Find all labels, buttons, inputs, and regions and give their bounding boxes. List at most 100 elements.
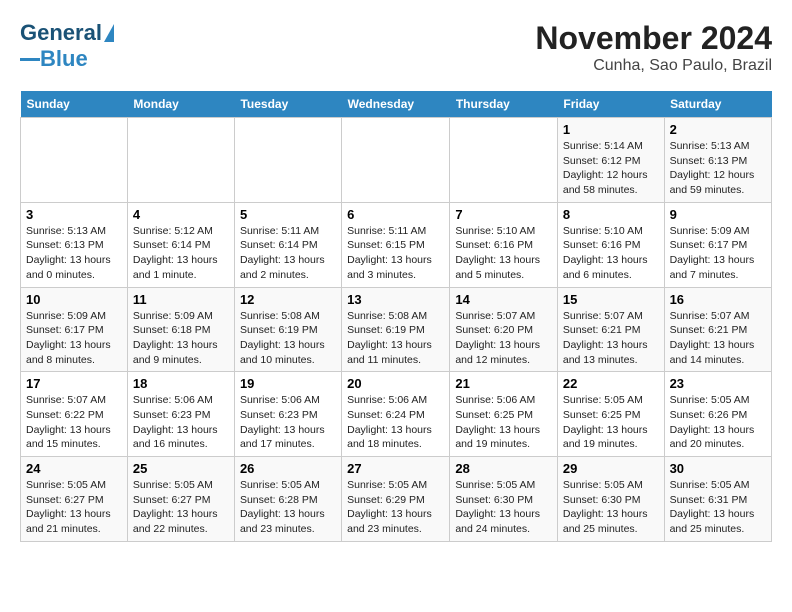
day-number: 13 bbox=[347, 292, 444, 307]
day-info: Sunrise: 5:09 AM Sunset: 6:18 PM Dayligh… bbox=[133, 309, 229, 368]
day-info: Sunrise: 5:08 AM Sunset: 6:19 PM Dayligh… bbox=[347, 309, 444, 368]
day-number: 1 bbox=[563, 122, 659, 137]
day-number: 5 bbox=[240, 207, 336, 222]
day-info: Sunrise: 5:12 AM Sunset: 6:14 PM Dayligh… bbox=[133, 224, 229, 283]
table-row: 7 Sunrise: 5:10 AM Sunset: 6:16 PM Daylig… bbox=[450, 202, 558, 287]
table-row bbox=[342, 118, 450, 203]
header-sunday: Sunday bbox=[21, 91, 128, 118]
calendar-header-row: Sunday Monday Tuesday Wednesday Thursday… bbox=[21, 91, 772, 118]
day-number: 12 bbox=[240, 292, 336, 307]
day-number: 16 bbox=[670, 292, 766, 307]
table-row: 15 Sunrise: 5:07 AM Sunset: 6:21 PM Dayli… bbox=[557, 287, 664, 372]
title-block: November 2024 Cunha, Sao Paulo, Brazil bbox=[535, 20, 772, 75]
day-info: Sunrise: 5:13 AM Sunset: 6:13 PM Dayligh… bbox=[26, 224, 122, 283]
table-row: 17Sunrise: 5:07 AM Sunset: 6:22 PM Dayli… bbox=[21, 372, 128, 457]
day-info: Sunrise: 5:10 AM Sunset: 6:16 PM Dayligh… bbox=[455, 224, 552, 283]
table-row: 1 Sunrise: 5:14 AM Sunset: 6:12 PM Daylig… bbox=[557, 118, 664, 203]
header-friday: Friday bbox=[557, 91, 664, 118]
calendar-table: Sunday Monday Tuesday Wednesday Thursday… bbox=[20, 91, 772, 542]
day-number: 29 bbox=[563, 461, 659, 476]
day-number: 4 bbox=[133, 207, 229, 222]
day-number: 20 bbox=[347, 376, 444, 391]
day-info: Sunrise: 5:11 AM Sunset: 6:15 PM Dayligh… bbox=[347, 224, 444, 283]
table-row: 29Sunrise: 5:05 AM Sunset: 6:30 PM Dayli… bbox=[557, 457, 664, 542]
table-row: 2Sunrise: 5:13 AM Sunset: 6:13 PM Daylig… bbox=[664, 118, 771, 203]
table-row: 27Sunrise: 5:05 AM Sunset: 6:29 PM Dayli… bbox=[342, 457, 450, 542]
table-row: 20 Sunrise: 5:06 AM Sunset: 6:24 PM Dayli… bbox=[342, 372, 450, 457]
day-info: Sunrise: 5:10 AM Sunset: 6:16 PM Dayligh… bbox=[563, 224, 659, 283]
table-row: 21 Sunrise: 5:06 AM Sunset: 6:25 PM Dayli… bbox=[450, 372, 558, 457]
header-saturday: Saturday bbox=[664, 91, 771, 118]
table-row: 23 Sunrise: 5:05 AM Sunset: 6:26 PM Dayli… bbox=[664, 372, 771, 457]
day-number: 9 bbox=[670, 207, 766, 222]
table-row: 18 Sunrise: 5:06 AM Sunset: 6:23 PM Dayli… bbox=[127, 372, 234, 457]
table-row: 11 Sunrise: 5:09 AM Sunset: 6:18 PM Dayli… bbox=[127, 287, 234, 372]
day-info: Sunrise: 5:05 AM Sunset: 6:26 PM Dayligh… bbox=[670, 393, 766, 452]
table-row: 16 Sunrise: 5:07 AM Sunset: 6:21 PM Dayli… bbox=[664, 287, 771, 372]
table-row bbox=[234, 118, 341, 203]
day-number: 19 bbox=[240, 376, 336, 391]
table-row: 25Sunrise: 5:05 AM Sunset: 6:27 PM Dayli… bbox=[127, 457, 234, 542]
logo-triangle-icon bbox=[104, 24, 114, 42]
day-number: 21 bbox=[455, 376, 552, 391]
table-row: 6 Sunrise: 5:11 AM Sunset: 6:15 PM Daylig… bbox=[342, 202, 450, 287]
table-row: 9 Sunrise: 5:09 AM Sunset: 6:17 PM Daylig… bbox=[664, 202, 771, 287]
day-number: 3 bbox=[26, 207, 122, 222]
table-row: 13 Sunrise: 5:08 AM Sunset: 6:19 PM Dayli… bbox=[342, 287, 450, 372]
calendar-week-row: 17Sunrise: 5:07 AM Sunset: 6:22 PM Dayli… bbox=[21, 372, 772, 457]
day-info: Sunrise: 5:06 AM Sunset: 6:24 PM Dayligh… bbox=[347, 393, 444, 452]
table-row: 22 Sunrise: 5:05 AM Sunset: 6:25 PM Dayli… bbox=[557, 372, 664, 457]
day-info: Sunrise: 5:05 AM Sunset: 6:29 PM Dayligh… bbox=[347, 478, 444, 537]
day-number: 7 bbox=[455, 207, 552, 222]
day-number: 11 bbox=[133, 292, 229, 307]
day-number: 30 bbox=[670, 461, 766, 476]
day-number: 10 bbox=[26, 292, 122, 307]
day-number: 17 bbox=[26, 376, 122, 391]
table-row: 5Sunrise: 5:11 AM Sunset: 6:14 PM Daylig… bbox=[234, 202, 341, 287]
logo-blue: Blue bbox=[40, 46, 88, 72]
table-row: 8 Sunrise: 5:10 AM Sunset: 6:16 PM Daylig… bbox=[557, 202, 664, 287]
day-info: Sunrise: 5:06 AM Sunset: 6:23 PM Dayligh… bbox=[133, 393, 229, 452]
table-row: 10Sunrise: 5:09 AM Sunset: 6:17 PM Dayli… bbox=[21, 287, 128, 372]
day-info: Sunrise: 5:13 AM Sunset: 6:13 PM Dayligh… bbox=[670, 139, 766, 198]
table-row: 24 Sunrise: 5:05 AM Sunset: 6:27 PM Dayli… bbox=[21, 457, 128, 542]
logo: General Blue bbox=[20, 20, 114, 72]
table-row: 30Sunrise: 5:05 AM Sunset: 6:31 PM Dayli… bbox=[664, 457, 771, 542]
day-info: Sunrise: 5:09 AM Sunset: 6:17 PM Dayligh… bbox=[670, 224, 766, 283]
table-row bbox=[21, 118, 128, 203]
day-number: 15 bbox=[563, 292, 659, 307]
day-info: Sunrise: 5:05 AM Sunset: 6:27 PM Dayligh… bbox=[26, 478, 122, 537]
day-number: 22 bbox=[563, 376, 659, 391]
day-number: 24 bbox=[26, 461, 122, 476]
day-info: Sunrise: 5:05 AM Sunset: 6:30 PM Dayligh… bbox=[455, 478, 552, 537]
day-number: 26 bbox=[240, 461, 336, 476]
day-info: Sunrise: 5:05 AM Sunset: 6:25 PM Dayligh… bbox=[563, 393, 659, 452]
table-row: 4 Sunrise: 5:12 AM Sunset: 6:14 PM Daylig… bbox=[127, 202, 234, 287]
page-title: November 2024 bbox=[535, 20, 772, 57]
day-info: Sunrise: 5:08 AM Sunset: 6:19 PM Dayligh… bbox=[240, 309, 336, 368]
day-info: Sunrise: 5:07 AM Sunset: 6:20 PM Dayligh… bbox=[455, 309, 552, 368]
day-number: 6 bbox=[347, 207, 444, 222]
table-row: 26Sunrise: 5:05 AM Sunset: 6:28 PM Dayli… bbox=[234, 457, 341, 542]
table-row: 28 Sunrise: 5:05 AM Sunset: 6:30 PM Dayli… bbox=[450, 457, 558, 542]
day-number: 28 bbox=[455, 461, 552, 476]
day-number: 14 bbox=[455, 292, 552, 307]
header-wednesday: Wednesday bbox=[342, 91, 450, 118]
page-subtitle: Cunha, Sao Paulo, Brazil bbox=[535, 57, 772, 75]
table-row: 14 Sunrise: 5:07 AM Sunset: 6:20 PM Dayli… bbox=[450, 287, 558, 372]
table-row bbox=[450, 118, 558, 203]
calendar-week-row: 10Sunrise: 5:09 AM Sunset: 6:17 PM Dayli… bbox=[21, 287, 772, 372]
table-row: 3 Sunrise: 5:13 AM Sunset: 6:13 PM Daylig… bbox=[21, 202, 128, 287]
calendar-week-row: 3 Sunrise: 5:13 AM Sunset: 6:13 PM Daylig… bbox=[21, 202, 772, 287]
day-number: 25 bbox=[133, 461, 229, 476]
day-info: Sunrise: 5:14 AM Sunset: 6:12 PM Dayligh… bbox=[563, 139, 659, 198]
header-monday: Monday bbox=[127, 91, 234, 118]
day-number: 23 bbox=[670, 376, 766, 391]
day-info: Sunrise: 5:07 AM Sunset: 6:21 PM Dayligh… bbox=[670, 309, 766, 368]
day-info: Sunrise: 5:07 AM Sunset: 6:21 PM Dayligh… bbox=[563, 309, 659, 368]
day-info: Sunrise: 5:06 AM Sunset: 6:25 PM Dayligh… bbox=[455, 393, 552, 452]
day-number: 18 bbox=[133, 376, 229, 391]
logo-general: General bbox=[20, 20, 102, 46]
day-number: 8 bbox=[563, 207, 659, 222]
table-row: 19Sunrise: 5:06 AM Sunset: 6:23 PM Dayli… bbox=[234, 372, 341, 457]
